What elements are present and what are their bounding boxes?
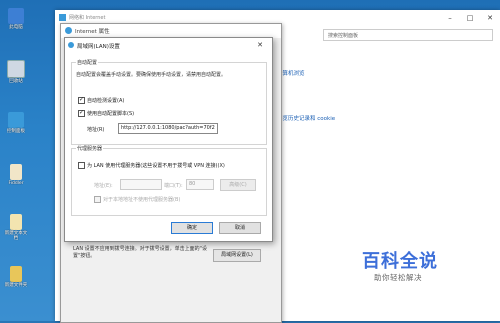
proxy-port-label: 端口(T): — [164, 183, 183, 189]
auto-config-group: 自动配置 自动配置会覆盖手动设置。要确保使用手动设置，请禁用自动配置。 自动检测… — [71, 59, 267, 145]
document-icon — [10, 164, 22, 180]
desktop-icon-label: 控制面板 — [7, 129, 25, 134]
bypass-local-label: 对于本地地址不使用代理服务器(B) — [103, 197, 181, 203]
desktop-icon-label: 新建文本文档 — [4, 231, 28, 241]
cancel-button[interactable]: 取消 — [219, 222, 261, 234]
watermark-subtitle: 助你轻松解决 — [374, 273, 422, 282]
ok-button[interactable]: 确定 — [171, 222, 213, 234]
desktop-icon-recycle-bin[interactable]: 回收站 — [3, 60, 29, 85]
dialog-title: Internet 属性 — [75, 29, 110, 35]
dialog-title: 局域网(LAN)设置 — [77, 44, 120, 50]
script-address-input[interactable]: http://127.0.0.1:1080/pac?auth=70f2 — [118, 123, 218, 134]
lan-settings-button[interactable]: 局域网设置(L) — [213, 249, 261, 262]
desktop-icon-control-panel[interactable]: 控制面板 — [3, 112, 29, 135]
desktop-icon-this-pc[interactable]: 此电脑 — [3, 8, 29, 31]
computer-icon — [8, 8, 24, 24]
use-proxy-checkbox[interactable] — [78, 162, 85, 169]
proxy-address-label: 地址(E): — [94, 183, 113, 189]
document-icon — [10, 214, 22, 230]
group-title: 代理服务器 — [76, 145, 104, 152]
desktop-icon-folder[interactable]: 新建文件夹 — [3, 266, 29, 289]
close-button[interactable]: ✕ — [480, 10, 500, 26]
auto-config-script-label: 使用自动配置脚本(S) — [87, 111, 135, 117]
desktop-icon-fiddler[interactable]: Fiddler — [3, 164, 29, 187]
internet-icon — [65, 27, 72, 34]
proxy-server-group: 代理服务器 为 LAN 使用代理服务器(这些设置不用于拨号或 VPN 连接)(X… — [71, 145, 267, 216]
use-proxy-label: 为 LAN 使用代理服务器(这些设置不用于拨号或 VPN 连接)(X) — [87, 163, 225, 169]
search-input[interactable]: 搜索控制面板 — [323, 29, 493, 41]
desktop-icon-text-doc[interactable]: 新建文本文档 — [3, 214, 29, 242]
search-placeholder: 搜索控制面板 — [328, 32, 359, 39]
internet-properties-titlebar: Internet 属性 — [61, 24, 281, 38]
watermark-title: 百科全说 — [362, 251, 438, 272]
group-title: 自动配置 — [76, 59, 99, 66]
desktop-icon-label: 此电脑 — [9, 25, 23, 30]
folder-icon — [10, 266, 22, 282]
network-icon — [68, 42, 74, 48]
lan-settings-dialog: 局域网(LAN)设置 ✕ 自动配置 自动配置会覆盖手动设置。要确保使用手动设置，… — [64, 37, 273, 242]
control-panel-icon — [59, 14, 66, 21]
lan-info-text: LAN 设置不应用到拨号连接。对于拨号设置，单击上面的"设置"按钮。 — [73, 246, 207, 260]
auto-config-script-checkbox[interactable] — [78, 109, 85, 117]
proxy-port-input[interactable]: 80 — [186, 179, 214, 190]
auto-detect-label: 自动检测设置(A) — [87, 98, 125, 104]
minimize-button[interactable]: – — [440, 10, 460, 26]
script-address-label: 地址(R) — [87, 127, 105, 133]
lan-settings-titlebar: 局域网(LAN)设置 ✕ — [65, 38, 272, 52]
proxy-address-input[interactable] — [120, 179, 162, 190]
advanced-button[interactable]: 高级(C) — [220, 179, 256, 191]
recycle-bin-icon — [7, 60, 25, 78]
window-title: 网络和 Internet — [69, 15, 106, 21]
desktop-icon-label: 回收站 — [9, 79, 23, 84]
auto-detect-checkbox[interactable] — [78, 96, 85, 104]
auto-config-note: 自动配置会覆盖手动设置。要确保使用手动设置，请禁用自动配置。 — [76, 72, 227, 78]
desktop-icon-label: Fiddler — [8, 181, 24, 186]
desktop-icon-label: 新建文件夹 — [4, 283, 28, 288]
bypass-local-checkbox[interactable] — [94, 196, 101, 203]
control-panel-icon — [8, 112, 24, 128]
maximize-button[interactable]: □ — [460, 10, 480, 26]
close-button[interactable]: ✕ — [253, 40, 267, 50]
